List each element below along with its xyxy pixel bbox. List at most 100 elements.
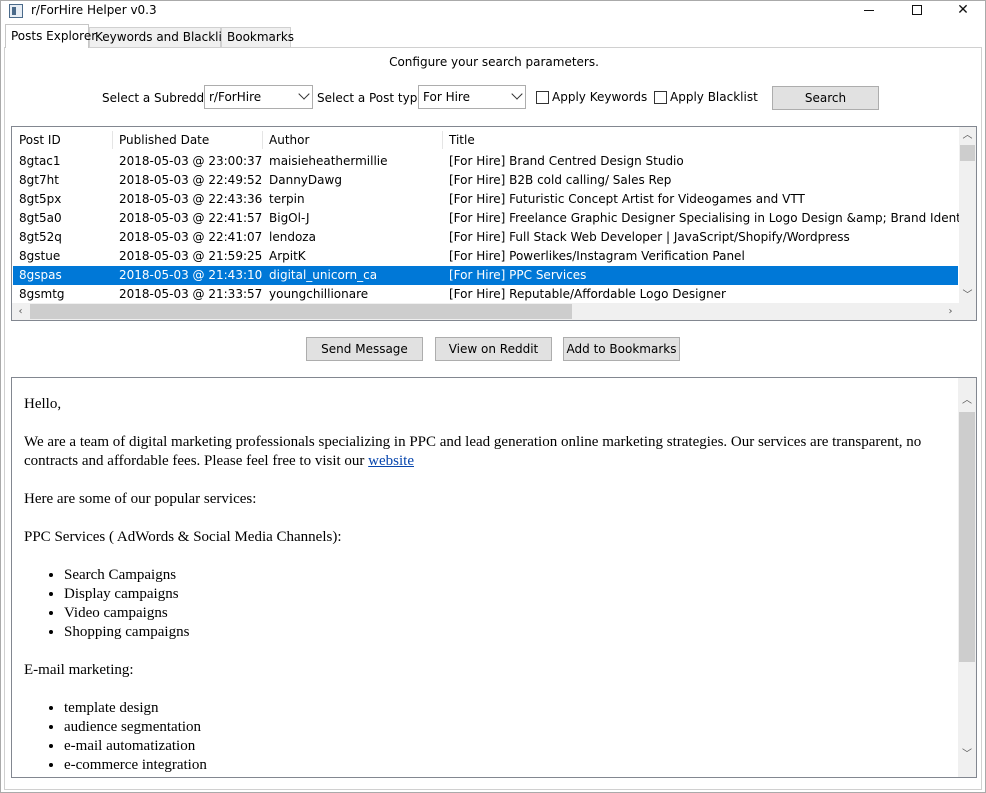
website-link[interactable]: website [368, 453, 414, 469]
posts-table[interactable]: Post ID Published Date Author Title 8gta… [11, 126, 977, 321]
chevron-left-icon[interactable]: ‹ [12, 303, 29, 320]
tab-keywords-and-blacklist[interactable]: Keywords and Blacklist [89, 27, 233, 47]
table-row[interactable]: 8gt5a0 2018-05-03 @ 22:41:57 BigOl-J [For H… [13, 209, 976, 228]
subreddit-value: r/ForHire [209, 90, 262, 104]
config-heading: Configure your search parameters. [389, 55, 599, 69]
chevron-up-icon[interactable]: ︿ [959, 127, 976, 144]
list-item: audience segmentation [64, 718, 944, 737]
send-message-button[interactable]: Send Message [306, 337, 423, 361]
posttype-label: Select a Post type: [317, 91, 429, 105]
chevron-down-icon [511, 88, 523, 100]
window-title: r/ForHire Helper v0.3 [31, 3, 157, 17]
minimize-icon [864, 9, 874, 11]
tab-bookmarks[interactable]: Bookmarks [221, 27, 294, 47]
cell-published-date: 2018-05-03 @ 22:43:36 [119, 192, 263, 206]
view-on-reddit-button[interactable]: View on Reddit [435, 337, 552, 361]
close-button[interactable]: ✕ [941, 1, 985, 21]
list-item: template design [64, 699, 944, 718]
post-intro-text: We are a team of digital marketing profe… [24, 434, 922, 469]
list-item: Video campaigns [64, 604, 944, 623]
chevron-down-icon[interactable]: ﹀ [959, 287, 976, 304]
cell-author: terpin [269, 192, 305, 206]
cell-post-id: 8gt5a0 [19, 211, 62, 225]
close-icon: ✕ [957, 2, 969, 18]
cell-author: youngchillionare [269, 287, 369, 301]
chevron-right-icon[interactable]: › [942, 303, 959, 320]
email-list: template designaudience segmentatione-ma… [24, 699, 944, 775]
table-row[interactable]: 8gt7ht 2018-05-03 @ 22:49:52 DannyDawg [For… [13, 171, 958, 190]
scrollbar-corner [959, 303, 976, 320]
content-vertical-scrollbar[interactable]: ︿ ﹀ [958, 378, 976, 777]
chevron-down-icon [298, 88, 310, 100]
cell-author: lendoza [269, 230, 316, 244]
subreddit-select[interactable]: r/ForHire [204, 85, 313, 109]
table-horizontal-scrollbar[interactable]: ‹ › [12, 303, 959, 320]
cell-published-date: 2018-05-03 @ 22:49:52 [119, 173, 263, 187]
cell-title: [For Hire] B2B cold calling/ Sales Rep [449, 173, 672, 187]
list-item: Search Campaigns [64, 566, 944, 585]
apply-blacklist-label: Apply Blacklist [670, 90, 758, 104]
title-bar[interactable]: r/ForHire Helper v0.3 ✕ [1, 1, 985, 23]
post-email-heading: E-mail marketing: [24, 662, 134, 678]
app-icon [9, 4, 23, 18]
column-header-title[interactable]: Title [443, 131, 958, 149]
minimize-button[interactable] [847, 1, 891, 21]
tab-posts-explorer[interactable]: Posts Explorer [5, 24, 96, 48]
chevron-up-icon[interactable]: ︿ [958, 392, 976, 409]
cell-author: BigOl-J [269, 211, 310, 225]
post-content-viewer[interactable]: Hello, We are a team of digital marketin… [11, 377, 977, 778]
column-header-author[interactable]: Author [263, 131, 443, 149]
list-item: e-mail automatization [64, 737, 944, 756]
table-row[interactable]: 8gsmtg 2018-05-03 @ 21:33:57 youngchillion… [13, 285, 958, 304]
table-row[interactable]: 8gstue 2018-05-03 @ 21:59:25 ArpitK [For Hi… [13, 247, 958, 266]
list-item: Display campaigns [64, 585, 944, 604]
cell-published-date: 2018-05-03 @ 22:41:57 [119, 211, 263, 225]
cell-published-date: 2018-05-03 @ 23:00:37 [119, 154, 263, 168]
cell-published-date: 2018-05-03 @ 22:41:07 [119, 230, 263, 244]
add-to-bookmarks-button[interactable]: Add to Bookmarks [563, 337, 680, 361]
cell-post-id: 8gspas [19, 268, 62, 282]
post-body: Hello, We are a team of digital marketin… [24, 395, 944, 777]
chevron-down-icon[interactable]: ﹀ [958, 746, 976, 763]
list-item: e-commerce integration [64, 756, 944, 775]
scroll-thumb[interactable] [960, 145, 975, 161]
list-item: Shopping campaigns [64, 623, 944, 642]
search-button[interactable]: Search [772, 86, 879, 110]
cell-title: [For Hire] Full Stack Web Developer | Ja… [449, 230, 850, 244]
app-window: r/ForHire Helper v0.3 ✕ Posts Explorer K… [0, 0, 986, 793]
scroll-thumb[interactable] [30, 304, 572, 319]
table-row[interactable]: 8gtac1 2018-05-03 @ 23:00:37 maisieheather… [13, 152, 958, 171]
tab-bar: Posts Explorer Keywords and Blacklist Bo… [1, 24, 985, 48]
cell-post-id: 8gsmtg [19, 287, 65, 301]
subreddit-label: Select a Subreddit: [102, 91, 217, 105]
maximize-button[interactable] [895, 1, 939, 21]
cell-post-id: 8gtac1 [19, 154, 61, 168]
post-greeting: Hello, [24, 396, 62, 412]
cell-post-id: 8gt52q [19, 230, 62, 244]
scroll-thumb[interactable] [959, 412, 975, 662]
checkbox-box[interactable] [654, 91, 667, 104]
post-ppc-heading: PPC Services ( AdWords & Social Media Ch… [24, 529, 342, 545]
column-header-published-date[interactable]: Published Date [113, 131, 263, 149]
posttype-value: For Hire [423, 90, 470, 104]
cell-title: [For Hire] Reputable/Affordable Logo Des… [449, 287, 726, 301]
table-row[interactable]: 8gt5px 2018-05-03 @ 22:43:36 terpin [For Hi… [13, 190, 958, 209]
cell-title: [For Hire] Freelance Graphic Designer Sp… [449, 211, 977, 225]
cell-author: DannyDawg [269, 173, 342, 187]
table-row[interactable]: 8gspas 2018-05-03 @ 21:43:10 digital_unico… [13, 266, 958, 285]
apply-keywords-checkbox[interactable]: Apply Keywords [536, 89, 648, 105]
table-row[interactable]: 8gt52q 2018-05-03 @ 22:41:07 lendoza [For H… [13, 228, 958, 247]
cell-title: [For Hire] PPC Services [449, 268, 587, 282]
checkbox-box[interactable] [536, 91, 549, 104]
posttype-select[interactable]: For Hire [418, 85, 526, 109]
ppc-list: Search CampaignsDisplay campaignsVideo c… [24, 566, 944, 642]
cell-title: [For Hire] Futuristic Concept Artist for… [449, 192, 805, 206]
table-vertical-scrollbar[interactable]: ︿ ﹀ [959, 127, 976, 304]
cell-published-date: 2018-05-03 @ 21:43:10 [119, 268, 263, 282]
apply-blacklist-checkbox[interactable]: Apply Blacklist [654, 89, 758, 105]
column-header-post-id[interactable]: Post ID [13, 131, 113, 149]
apply-keywords-label: Apply Keywords [552, 90, 648, 104]
post-services-intro: Here are some of our popular services: [24, 491, 257, 507]
post-intro: We are a team of digital marketing profe… [24, 433, 944, 471]
cell-author: maisieheathermillie [269, 154, 388, 168]
